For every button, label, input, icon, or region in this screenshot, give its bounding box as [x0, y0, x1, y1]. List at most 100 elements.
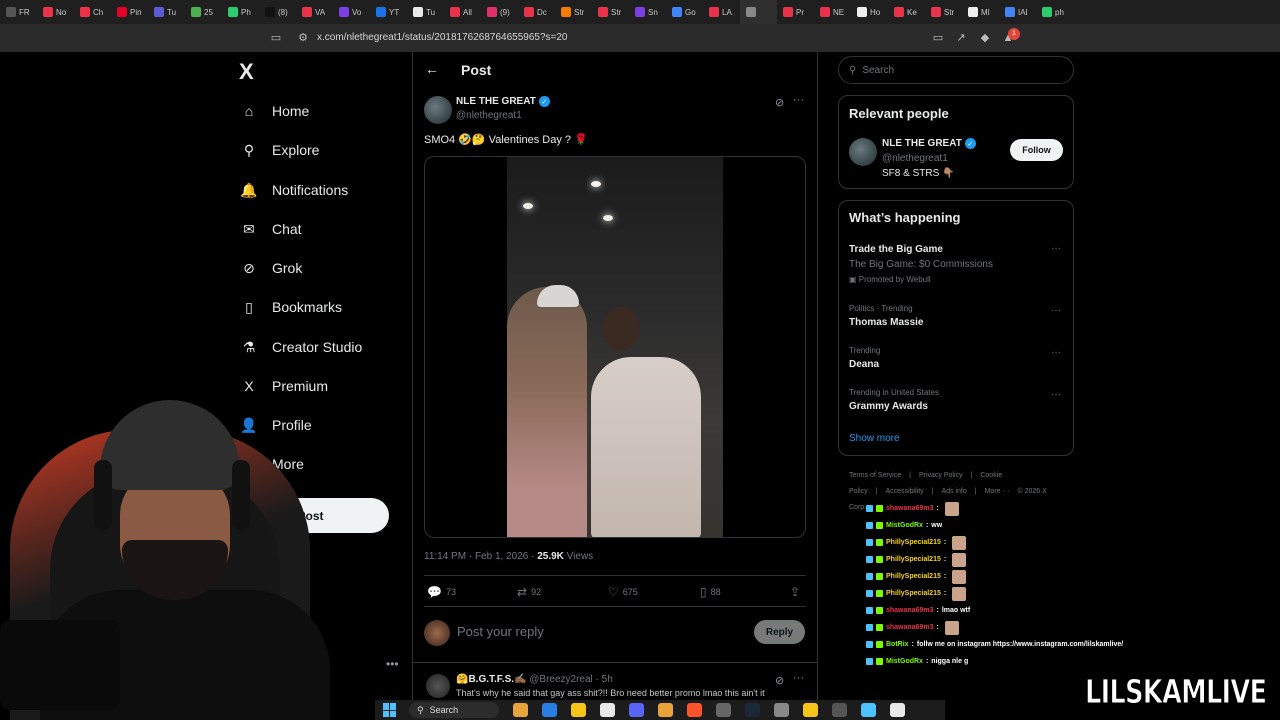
taskbar-app-icon[interactable]	[716, 703, 731, 717]
browser-tab[interactable]: (9)	[481, 0, 518, 24]
browser-tab[interactable]: Pin	[111, 0, 148, 24]
brave-shield-icon[interactable]: ◆	[978, 31, 992, 45]
nav-item-creator-studio[interactable]: ⚗ Creator Studio	[240, 333, 363, 361]
repost-icon[interactable]: ⇄	[517, 585, 527, 599]
browser-tab[interactable]: ph	[1036, 0, 1073, 24]
x-logo[interactable]: X	[239, 59, 254, 85]
like-action[interactable]: ♡ 675	[608, 585, 638, 599]
browser-tab[interactable]: MI	[962, 0, 999, 24]
author-name-text[interactable]: NLE THE GREAT	[456, 96, 536, 107]
browser-tab[interactable]: Str	[925, 0, 962, 24]
taskbar-app-icon[interactable]	[861, 703, 876, 717]
taskbar-app-icon[interactable]	[890, 703, 905, 717]
reply-author[interactable]: 🤗B.G.T.F.S.✍🏾 @Breezy2real · 5h	[456, 674, 613, 685]
reply-grok-icon[interactable]: ⊘	[775, 674, 784, 687]
post-time[interactable]: 11:14 PM · Feb 1, 2026 ·	[424, 551, 537, 562]
back-arrow-icon[interactable]: ←	[425, 61, 439, 77]
share-action[interactable]: ⇪	[790, 585, 800, 599]
browser-tab[interactable]: Ho	[851, 0, 888, 24]
taskbar-app-icon[interactable]	[774, 703, 789, 717]
heart-icon[interactable]: ♡	[608, 585, 619, 599]
browser-tab[interactable]: (8)	[259, 0, 296, 24]
reply-icon[interactable]: 💬	[427, 585, 442, 599]
browser-tab[interactable]: No	[37, 0, 74, 24]
browser-tab[interactable]: 25	[185, 0, 222, 24]
browser-tab[interactable]: IAI	[999, 0, 1036, 24]
url-text[interactable]: x.com/nlethegreat1/status/20181762687646…	[317, 32, 567, 43]
reply-button[interactable]: Reply	[754, 620, 805, 644]
browser-address-bar[interactable]: ▭ ⚙ x.com/nlethegreat1/status/2018176268…	[0, 24, 1280, 52]
browser-tab[interactable]: Go	[666, 0, 703, 24]
footer-link[interactable]: Ads info	[941, 488, 966, 495]
taskbar-app-icon[interactable]	[542, 703, 557, 717]
share-icon[interactable]: ⇪	[790, 585, 800, 599]
grok-explain-icon[interactable]: ⊘	[775, 96, 784, 109]
cast-icon[interactable]: ▭	[931, 31, 945, 45]
browser-tab[interactable]	[740, 0, 777, 24]
browser-tab[interactable]: Sn	[629, 0, 666, 24]
reply-more-icon[interactable]: ···	[793, 672, 804, 684]
browser-tab[interactable]: Tu	[407, 0, 444, 24]
browser-tab[interactable]: Ke	[888, 0, 925, 24]
browser-tab[interactable]: Ph	[222, 0, 259, 24]
nav-item-grok[interactable]: ⊘ Grok	[240, 254, 302, 282]
windows-start-icon[interactable]	[383, 703, 397, 717]
relevant-person-avatar[interactable]	[849, 138, 877, 166]
author-avatar[interactable]	[424, 96, 452, 124]
browser-tab[interactable]: Vo	[333, 0, 370, 24]
browser-tab[interactable]: Str	[555, 0, 592, 24]
post-video[interactable]	[424, 156, 806, 538]
relevant-person-name-text[interactable]: NLE THE GREAT	[882, 138, 962, 149]
relevant-person-name[interactable]: NLE THE GREAT ✓	[882, 138, 976, 149]
taskbar-app-icon[interactable]	[745, 703, 760, 717]
my-avatar[interactable]	[424, 620, 450, 646]
footer-link[interactable]: Privacy Policy	[919, 472, 963, 479]
show-more-link[interactable]: Show more	[849, 433, 900, 444]
trend-title[interactable]: Grammy Awards	[849, 401, 928, 412]
author-name[interactable]: NLE THE GREAT ✓	[456, 96, 550, 107]
relevant-person-handle[interactable]: @nlethegreat1	[882, 153, 948, 164]
browser-tab[interactable]: All	[444, 0, 481, 24]
browser-tab[interactable]: Dc	[518, 0, 555, 24]
trend-more-icon[interactable]: ···	[1051, 389, 1061, 400]
browser-tab[interactable]: Ch	[74, 0, 111, 24]
taskbar-search[interactable]: ⚲ Search	[409, 702, 499, 718]
taskbar-app-icon[interactable]	[571, 703, 586, 717]
trend-more-icon[interactable]: ···	[1051, 305, 1061, 316]
browser-tab[interactable]: NE	[814, 0, 851, 24]
bookmark-star-icon[interactable]: ▭	[269, 31, 283, 45]
nav-item-explore[interactable]: ⚲ Explore	[240, 136, 320, 164]
nav-item-premium[interactable]: X Premium	[240, 372, 328, 400]
trend-title[interactable]: Deana	[849, 359, 879, 370]
search-input[interactable]: ⚲ Search	[838, 56, 1074, 84]
share-icon[interactable]: ↗	[954, 31, 968, 45]
taskbar-app-icon[interactable]	[803, 703, 818, 717]
browser-tab[interactable]: FR	[0, 0, 37, 24]
follow-button[interactable]: Follow	[1010, 139, 1063, 161]
footer-link[interactable]: Accessibility	[886, 488, 924, 495]
browser-tab[interactable]: Str	[592, 0, 629, 24]
taskbar-app-icon[interactable]	[513, 703, 528, 717]
footer-link[interactable]: More ···	[985, 488, 1010, 495]
browser-tab[interactable]: Pr	[777, 0, 814, 24]
reply-author-handle[interactable]: @Breezy2real · 5h	[529, 674, 613, 685]
trend-description[interactable]: The Big Game: $0 Commissions	[849, 259, 993, 270]
taskbar-app-icon[interactable]	[658, 703, 673, 717]
browser-tab[interactable]: YT	[370, 0, 407, 24]
reply-author-avatar[interactable]	[426, 674, 450, 698]
taskbar-app-icon[interactable]	[687, 703, 702, 717]
site-info-icon[interactable]: ⚙	[296, 31, 310, 45]
trend-more-icon[interactable]: ···	[1051, 243, 1061, 254]
taskbar-app-icon[interactable]	[600, 703, 615, 717]
footer-link[interactable]: Terms of Service	[849, 472, 901, 479]
nav-item-notifications[interactable]: 🔔 Notifications	[240, 176, 348, 204]
nav-item-bookmarks[interactable]: ▯ Bookmarks	[240, 293, 342, 321]
taskbar-app-icon[interactable]	[832, 703, 847, 717]
reply-author-name[interactable]: 🤗B.G.T.F.S.✍🏾	[456, 674, 526, 685]
nav-item-home[interactable]: ⌂ Home	[240, 97, 310, 125]
taskbar-app-icon[interactable]	[629, 703, 644, 717]
video-frame[interactable]	[507, 157, 723, 537]
bookmark-icon[interactable]: ▯	[700, 585, 707, 599]
reply-action[interactable]: 💬 73	[427, 585, 456, 599]
browser-tab[interactable]: Tu	[148, 0, 185, 24]
